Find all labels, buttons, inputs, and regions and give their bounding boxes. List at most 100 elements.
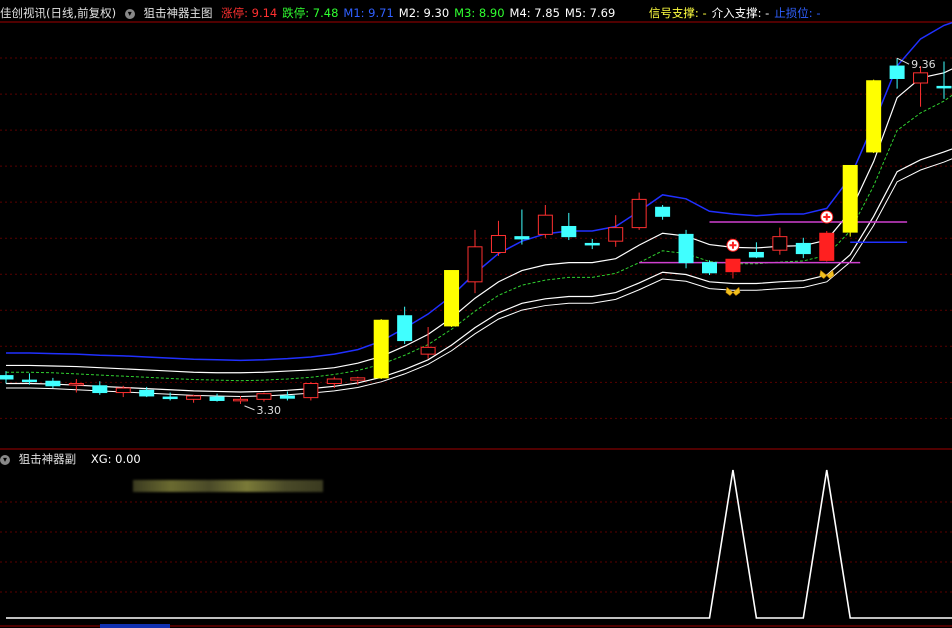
candle-body xyxy=(350,377,366,381)
candle-body xyxy=(936,85,952,89)
date-cursor-box xyxy=(100,624,170,628)
date-axis-strip xyxy=(0,614,952,628)
candle-body xyxy=(631,198,647,229)
candle xyxy=(584,238,600,250)
indicator-value-0: 涨停: 9.14 xyxy=(221,6,278,20)
candle xyxy=(819,231,835,262)
candle xyxy=(561,212,577,241)
candle-body xyxy=(772,236,788,251)
candle xyxy=(233,395,248,404)
candle xyxy=(772,227,788,255)
candle xyxy=(209,393,225,402)
candle xyxy=(45,377,61,389)
chart-stage[interactable]: 9.36 3.30 佳创视讯(日线,前复权) ▾ 狙击神器主图 涨停: 9.14 跌… xyxy=(0,0,952,628)
xg-value: XG: 0.00 xyxy=(90,452,141,466)
xg-line xyxy=(6,469,952,619)
indicator-values: 涨停: 9.14 跌停: 7.48 M1: 9.71 M2: 9.30 M3: 8.90… xyxy=(221,5,620,21)
candle-body xyxy=(303,383,319,399)
band-m2-line xyxy=(6,68,952,374)
candle xyxy=(256,392,272,402)
indicator-value-4: M3: 8.90 xyxy=(454,6,505,20)
sub-indicator-name[interactable]: 狙击神器副 xyxy=(19,451,77,467)
candle xyxy=(92,381,108,395)
candle-body xyxy=(373,319,389,379)
candle xyxy=(748,242,764,259)
signal-value-2: 止损位: - xyxy=(774,6,821,20)
indicator-value-5: M4: 7.85 xyxy=(509,6,560,20)
candle-body xyxy=(21,379,37,383)
candle-body xyxy=(326,378,342,385)
candle-body xyxy=(92,385,108,394)
blurred-watermark xyxy=(133,480,323,492)
candle xyxy=(678,229,694,269)
indicator-menu-icon[interactable]: ▾ xyxy=(124,8,135,19)
indicator-value-3: M2: 9.30 xyxy=(398,6,450,20)
candle-body xyxy=(748,251,764,258)
candle-body xyxy=(256,393,272,400)
band-m1-line xyxy=(6,21,952,362)
candle-body xyxy=(0,375,14,380)
low-pointer xyxy=(244,405,255,411)
candle xyxy=(655,205,671,220)
indicator-name[interactable]: 狙击神器主图 xyxy=(143,5,212,21)
candle-body xyxy=(115,387,131,394)
candle xyxy=(279,391,295,401)
candle-body xyxy=(139,389,155,397)
butterfly-icon xyxy=(725,286,741,296)
signal-values: 信号支撑: - 介入支撑: - 止损位: - xyxy=(649,5,826,21)
candle xyxy=(0,371,14,384)
candle-body xyxy=(279,395,295,399)
candle-body xyxy=(584,242,600,246)
candle xyxy=(490,220,506,256)
candle xyxy=(702,260,717,276)
low-label: 3.30 xyxy=(257,404,282,417)
sub-chart-panel[interactable] xyxy=(0,450,952,628)
candle-body xyxy=(45,380,61,387)
main-header: 佳创视讯(日线,前复权) ▾ 狙击神器主图 涨停: 9.14 跌停: 7.48 M1… xyxy=(0,5,830,21)
indicator-value-2: M1: 9.71 xyxy=(343,6,394,20)
candle-body xyxy=(68,383,84,386)
candle xyxy=(842,164,858,237)
candle xyxy=(444,270,460,328)
main-chart-panel[interactable]: 9.36 3.30 xyxy=(0,0,952,450)
candle xyxy=(186,394,202,403)
candle-body xyxy=(702,262,717,274)
candle xyxy=(913,66,929,107)
candle-body xyxy=(186,395,202,400)
indicator-value-6: M5: 7.69 xyxy=(564,6,616,20)
candle-body xyxy=(819,232,835,261)
candle xyxy=(866,79,882,154)
indicator-value-1: 跌停: 7.48 xyxy=(282,6,339,20)
candle-body xyxy=(795,242,811,255)
candle-body xyxy=(162,396,178,400)
candle xyxy=(537,205,553,238)
candle-body xyxy=(233,398,248,402)
candle-body xyxy=(209,396,225,401)
high-label: 9.36 xyxy=(911,58,936,71)
candle xyxy=(467,229,483,294)
signal-value-0: 信号支撑: - xyxy=(648,6,707,20)
candle xyxy=(420,327,436,359)
candle-body xyxy=(420,346,436,355)
candle-body xyxy=(913,72,929,84)
candle-body xyxy=(725,258,741,273)
candle-body xyxy=(397,315,413,342)
candle xyxy=(795,237,811,259)
candle xyxy=(608,215,624,247)
sub-header: ▾ 狙击神器副 XG: 0.00 xyxy=(0,451,146,467)
sub-indicator-menu-icon[interactable]: ▾ xyxy=(0,454,10,465)
signal-value-1: 介入支撑: - xyxy=(711,6,770,20)
candle xyxy=(303,382,319,401)
candle-body xyxy=(678,233,694,264)
candle xyxy=(373,319,389,379)
candle-body xyxy=(889,65,905,79)
candle-body xyxy=(608,227,624,242)
candle xyxy=(514,209,530,245)
candle xyxy=(725,258,741,279)
candle-body xyxy=(842,164,858,233)
candle-body xyxy=(490,235,506,253)
candle-body xyxy=(866,80,882,153)
candle xyxy=(631,192,647,230)
candle-body xyxy=(444,270,460,327)
candle-body xyxy=(514,236,530,240)
